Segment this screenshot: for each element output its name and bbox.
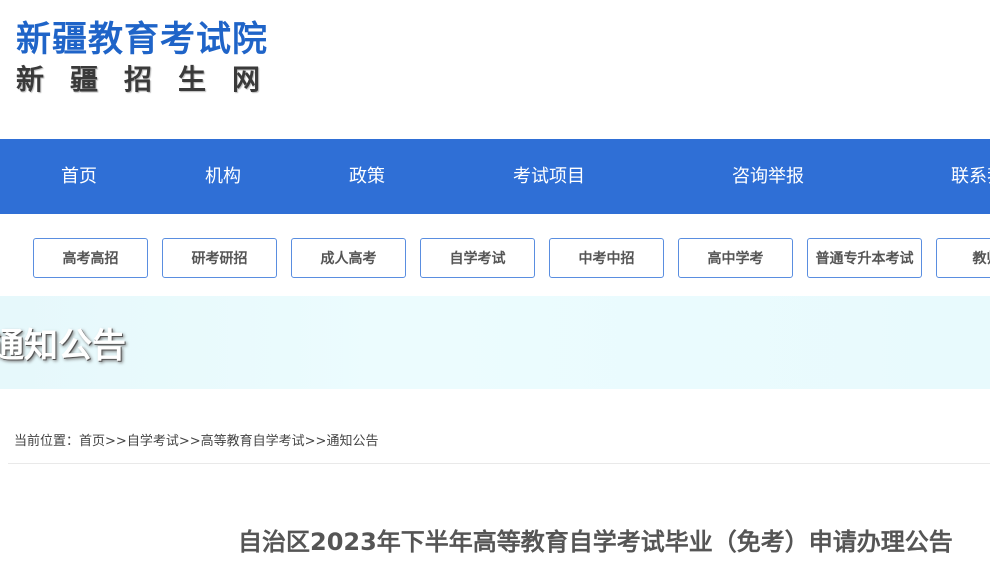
- nav-item-exam-projects[interactable]: 考试项目: [513, 139, 585, 214]
- breadcrumb-separator: >>: [178, 434, 201, 449]
- breadcrumb-prefix: 当前位置：: [14, 434, 80, 449]
- banner-title: 通知公告: [0, 326, 126, 366]
- subnav-teacher-qualification[interactable]: 教师资: [936, 238, 990, 278]
- nav-item-home[interactable]: 首页: [61, 139, 97, 214]
- nav-item-organization[interactable]: 机构: [205, 139, 241, 214]
- subnav-zhongkao[interactable]: 中考中招: [549, 238, 664, 278]
- breadcrumb-separator: >>: [304, 434, 327, 449]
- subnav-high-school-exam[interactable]: 高中学考: [678, 238, 793, 278]
- article-title: 自治区2023年下半年高等教育自学考试毕业（免考）申请办理公告: [238, 528, 953, 556]
- sub-nav: 高考高招 研考研招 成人高考 自学考试 中考中招 高中学考 普通专升本考试 教师…: [0, 238, 990, 280]
- nav-item-contact[interactable]: 联系我: [951, 139, 990, 214]
- breadcrumb-home[interactable]: 首页: [79, 434, 105, 449]
- section-banner: 通知公告: [0, 296, 990, 389]
- subnav-self-study-exam[interactable]: 自学考试: [420, 238, 535, 278]
- nav-item-policy[interactable]: 政策: [349, 139, 385, 214]
- subnav-upgrade-exam[interactable]: 普通专升本考试: [807, 238, 922, 278]
- subnav-gaokao[interactable]: 高考高招: [33, 238, 148, 278]
- breadcrumb-self-study[interactable]: 自学考试: [127, 434, 179, 449]
- breadcrumb-notices[interactable]: 通知公告: [326, 434, 378, 449]
- breadcrumb-separator: >>: [105, 434, 127, 449]
- breadcrumb-higher-education[interactable]: 高等教育自学考试: [201, 434, 305, 449]
- divider: [8, 463, 990, 464]
- main-nav: 首页 机构 政策 考试项目 咨询举报 联系我: [0, 139, 990, 214]
- site-logo[interactable]: 新疆教育考试院 新疆招生网: [16, 18, 286, 96]
- subnav-adult-exam[interactable]: 成人高考: [291, 238, 406, 278]
- logo-main-text: 新疆教育考试院: [16, 20, 269, 60]
- logo-sub-text: 新疆招生网: [16, 63, 287, 96]
- breadcrumb: 当前位置：首页>>自学考试>>高等教育自学考试>>通知公告: [14, 430, 378, 449]
- subnav-yankao[interactable]: 研考研招: [162, 238, 277, 278]
- nav-item-consult-report[interactable]: 咨询举报: [732, 139, 804, 214]
